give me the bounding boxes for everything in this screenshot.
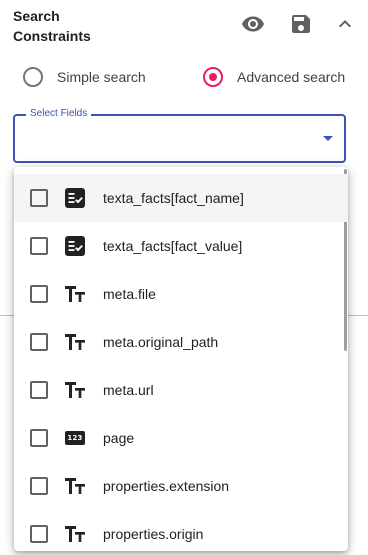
advanced-search-radio[interactable]: Advanced search (203, 66, 345, 88)
field-option-meta-original-path[interactable]: meta.original_path (14, 318, 348, 366)
text-type-icon (64, 524, 86, 544)
field-option-fact-name[interactable]: texta_facts[fact_name] (14, 174, 348, 222)
field-option-label: texta_facts[fact_name] (103, 190, 244, 206)
fields-dropdown-panel[interactable]: texta_facts[fact_name] texta_facts[fact_… (14, 167, 348, 551)
field-option-label: properties.origin (103, 526, 204, 542)
field-option-label: page (103, 430, 135, 446)
select-fields-label: Select Fields (26, 107, 92, 121)
field-option-label: properties.extension (103, 478, 230, 494)
checkbox[interactable] (30, 477, 48, 495)
text-type-icon (64, 332, 86, 352)
simple-search-radio[interactable]: Simple search (23, 66, 146, 88)
search-constraints-header: Search Constraints (0, 0, 368, 52)
radio-circle-checked[interactable] (203, 67, 223, 87)
text-type-icon (64, 284, 86, 304)
field-option-label: meta.file (103, 286, 156, 302)
page-title: Search Constraints (13, 8, 91, 44)
checkbox[interactable] (30, 237, 48, 255)
dropdown-arrow-icon[interactable] (323, 136, 333, 141)
field-option-page[interactable]: 123 page (14, 414, 348, 462)
eye-icon[interactable] (241, 12, 265, 36)
select-fields-dropdown[interactable]: Select Fields (13, 107, 346, 163)
field-option-label: meta.original_path (103, 334, 219, 350)
checkbox[interactable] (30, 333, 48, 351)
field-option-properties-extension[interactable]: properties.extension (14, 462, 348, 510)
chevron-up-icon[interactable] (333, 12, 357, 36)
search-mode-radio-group: Simple search Advanced search (0, 60, 368, 94)
checkbox[interactable] (30, 429, 48, 447)
field-option-label: meta.url (103, 382, 154, 398)
number-icon: 123 (64, 428, 86, 448)
checkbox[interactable] (30, 381, 48, 399)
number-icon-text: 123 (65, 431, 85, 445)
checkbox[interactable] (30, 189, 48, 207)
checkbox[interactable] (30, 285, 48, 303)
fact-icon (64, 188, 86, 208)
fact-icon (64, 236, 86, 256)
field-option-fact-value[interactable]: texta_facts[fact_value] (14, 222, 348, 270)
field-option-properties-origin[interactable]: properties.origin (14, 510, 348, 551)
checkbox[interactable] (30, 525, 48, 543)
radio-circle[interactable] (23, 67, 43, 87)
text-type-icon (64, 476, 86, 496)
field-option-label: texta_facts[fact_value] (103, 238, 243, 254)
field-option-meta-file[interactable]: meta.file (14, 270, 348, 318)
radio-label: Simple search (57, 69, 146, 85)
field-option-meta-url[interactable]: meta.url (14, 366, 348, 414)
radio-label: Advanced search (237, 69, 346, 85)
text-type-icon (64, 380, 86, 400)
save-icon[interactable] (289, 12, 313, 36)
